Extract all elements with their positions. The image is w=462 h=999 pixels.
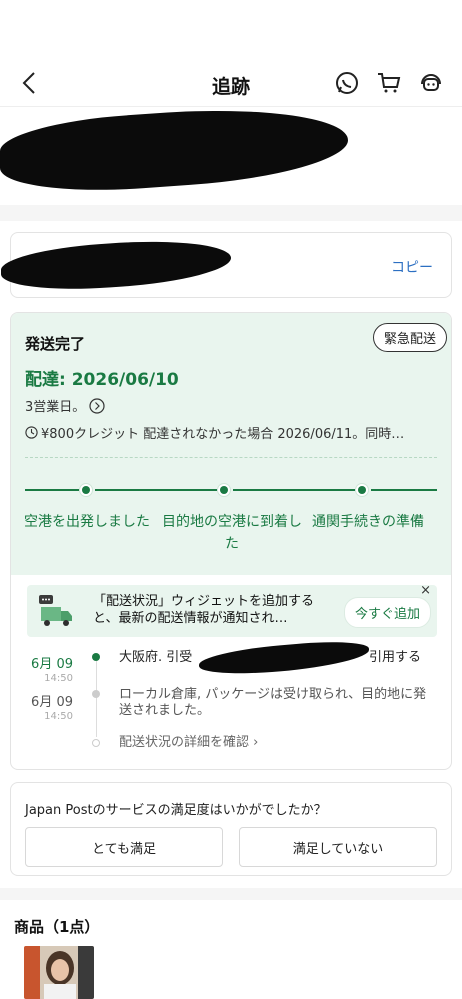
copy-button[interactable]: コピー — [391, 257, 433, 277]
timeline-dot-empty — [92, 739, 100, 747]
status-title: 発送完了 — [25, 335, 86, 353]
whatsapp-icon[interactable] — [334, 70, 360, 96]
progress-segment — [95, 489, 217, 491]
section-gap — [0, 205, 462, 221]
very-satisfied-button[interactable]: とても満足 — [25, 827, 223, 867]
top-nav-bar: 追跡 — [0, 60, 462, 106]
event-date: 6月 09 — [31, 657, 73, 672]
progress-segment — [371, 489, 437, 491]
event-description: ローカル倉庫, パッケージは受け取られ、目的地に発送されました。 — [119, 687, 427, 718]
add-widget-button[interactable]: 今すぐ追加 — [343, 597, 431, 628]
product-thumbnail[interactable] — [24, 946, 94, 999]
products-heading: 商品（1点） — [14, 918, 100, 936]
section-gap — [0, 888, 462, 900]
shipment-status-card: 緊急配送 発送完了 配達: 2026/06/10 3営業日。 ¥800クレジット… — [10, 312, 452, 770]
tracking-number-card: コピー — [1, 232, 452, 298]
redacted-event-detail — [199, 637, 369, 679]
progress-step-dot — [217, 483, 231, 497]
timeline-line — [96, 661, 97, 737]
business-days: 3営業日。 — [25, 396, 105, 415]
widget-promo-banner[interactable]: 「配送状況」ウィジェットを追加すると、最新の配送情報が通知され… 今すぐ追加 × — [27, 583, 437, 637]
status-summary: 緊急配送 発送完了 配達: 2026/06/10 3営業日。 ¥800クレジット… — [11, 313, 451, 575]
event-description: 大阪府. 引受 — [119, 650, 192, 666]
delivery-date: 配達: 2026/06/10 — [25, 370, 179, 390]
dashed-divider — [25, 457, 437, 458]
event-date: 6月 09 — [31, 695, 73, 710]
event-text-start: 大阪府. 引受 — [119, 650, 193, 665]
credit-notice-text: ¥800クレジット 配達されなかった場合 2026/06/11。同時… — [41, 427, 405, 442]
business-days-text: 3営業日。 — [25, 400, 86, 415]
event-time: 14:50 — [44, 711, 73, 722]
step-label-departed: 空港を出発しました — [24, 514, 150, 530]
survey-question: Japan Postのサービスの満足度はいかがでしたか？ — [25, 803, 327, 818]
progress-segment — [25, 489, 79, 491]
header-divider — [0, 106, 462, 107]
not-satisfied-button[interactable]: 満足していない — [239, 827, 437, 867]
progress-step-dot — [355, 483, 369, 497]
delivery-truck-icon — [39, 595, 72, 626]
timeline-dot-active — [92, 653, 100, 661]
credit-guarantee: ¥800クレジット 配達されなかった場合 2026/06/11。同時… — [25, 423, 443, 442]
redacted-tracking-number — [1, 234, 231, 296]
close-icon[interactable]: × — [420, 583, 431, 598]
cart-icon[interactable] — [376, 70, 402, 96]
event-time: 14:50 — [44, 673, 73, 684]
progress-step-dot — [79, 483, 93, 497]
urgent-delivery-badge[interactable]: 緊急配送 — [372, 323, 447, 352]
step-label-customs: 通関手続きの準備 — [312, 514, 424, 530]
product-image — [24, 946, 94, 999]
redacted-address — [0, 99, 348, 199]
progress-segment — [233, 489, 355, 491]
customer-service-icon[interactable] — [418, 70, 444, 96]
details-link[interactable]: 配送状況の詳細を確認 › — [119, 735, 258, 751]
step-label-arrived: 目的地の空港に到着した — [162, 514, 302, 552]
timeline-dot — [92, 690, 100, 698]
event-text-end: 引用する — [369, 650, 422, 665]
chevron-right-circle-icon[interactable] — [89, 397, 105, 414]
satisfaction-survey-card: Japan Postのサービスの満足度はいかがでしたか？ とても満足 満足してい… — [10, 782, 452, 876]
widget-promo-text: 「配送状況」ウィジェットを追加すると、最新の配送情報が通知され… — [93, 594, 315, 626]
clock-icon — [25, 426, 38, 439]
